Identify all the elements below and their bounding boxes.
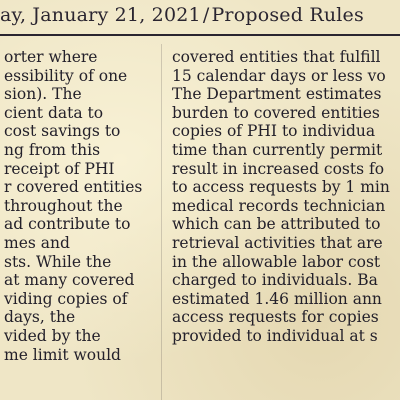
text-line: access requests for copies xyxy=(172,308,379,327)
text-line: sion). The xyxy=(4,85,82,104)
text-line: time than currently permit xyxy=(172,140,383,159)
text-line: in the allowable labor cost xyxy=(172,252,381,271)
text-line: provided to individual at s xyxy=(172,326,378,345)
text-line: 15 calendar days or less vo xyxy=(172,66,386,85)
text-line: receipt of PHI xyxy=(4,159,115,178)
column-gutter xyxy=(161,44,162,400)
text-line: medical records technician xyxy=(172,196,386,215)
right-column: covered entities that fulfill 15 calenda… xyxy=(172,48,400,346)
text-line: cient data to xyxy=(4,103,104,122)
document-page: ay, January 21, 2021/Proposed Rules orte… xyxy=(0,0,400,400)
text-line: result in increased costs fo xyxy=(172,159,385,178)
header-separator: / xyxy=(202,4,210,26)
text-line: throughout the xyxy=(4,196,123,215)
text-line: retrieval activities that are xyxy=(172,233,383,252)
running-head: ay, January 21, 2021/Proposed Rules xyxy=(0,0,400,30)
text-line: me limit would xyxy=(4,345,121,364)
text-line: burden to covered entities xyxy=(172,103,380,122)
text-line: orter where xyxy=(4,48,98,66)
text-line: sts. While the xyxy=(4,252,112,271)
text-line: charged to individuals. Ba xyxy=(172,271,378,290)
text-line: cost savings to xyxy=(4,122,121,141)
text-line: The Department estimates xyxy=(172,85,382,104)
header-date: ay, January 21, 2021 xyxy=(0,4,201,26)
text-line: which can be attributed to xyxy=(172,215,381,234)
text-line: mes and xyxy=(4,233,70,252)
text-line: r covered entities xyxy=(4,178,143,197)
left-column: orter where essibility of one sion). The… xyxy=(4,48,154,364)
text-line: to access requests by 1 min xyxy=(172,178,390,197)
text-line: days, the xyxy=(4,308,76,327)
text-line: essibility of one xyxy=(4,66,128,85)
text-line: ad contribute to xyxy=(4,215,131,234)
text-line: viding copies of xyxy=(4,289,128,308)
text-line: vided by the xyxy=(4,326,101,345)
text-line: at many covered xyxy=(4,271,135,290)
header-rule xyxy=(0,34,400,36)
header-section: Proposed Rules xyxy=(211,4,364,26)
text-line: ng from this xyxy=(4,140,101,159)
text-line: estimated 1.46 million ann xyxy=(172,289,382,308)
text-line: copies of PHI to individua xyxy=(172,122,376,141)
text-line: covered entities that fulfill xyxy=(172,48,381,66)
